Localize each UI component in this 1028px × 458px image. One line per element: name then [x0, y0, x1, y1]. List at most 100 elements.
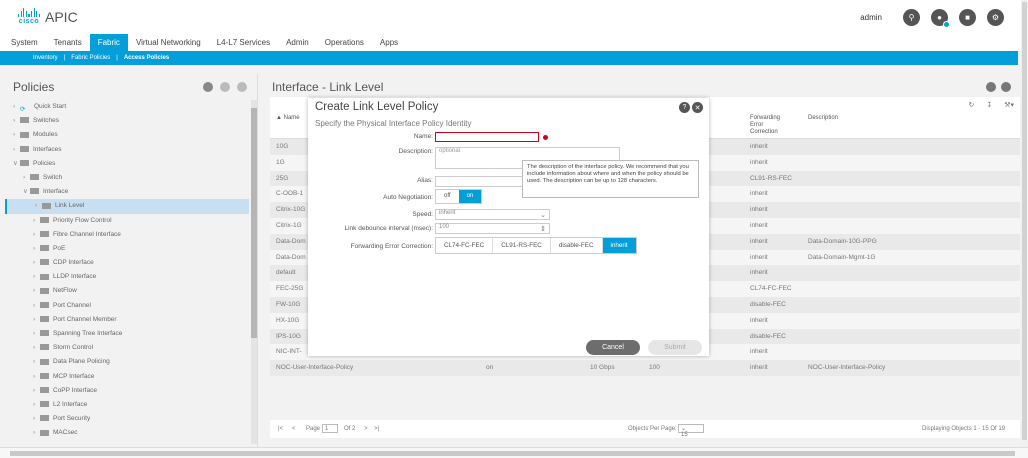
chevron-icon[interactable]: ›: [33, 355, 40, 369]
chevron-icon[interactable]: ›: [13, 143, 20, 157]
tree-item-priority-flow-control[interactable]: › Priority Flow Control: [5, 214, 249, 228]
tree-item-quick-start[interactable]: › ⟳ Quick Start: [5, 100, 249, 114]
tab-virtual-networking[interactable]: Virtual Networking: [128, 34, 209, 51]
tree-item-policies[interactable]: ∨ Policies: [5, 157, 249, 171]
chevron-icon[interactable]: ›: [33, 256, 40, 270]
page-input[interactable]: 1: [322, 424, 338, 433]
tab-system[interactable]: System: [3, 34, 46, 51]
tree-item-interface[interactable]: ∨ Interface: [5, 185, 249, 199]
chevron-icon[interactable]: ›: [33, 412, 40, 426]
close-icon[interactable]: ✕: [692, 102, 703, 113]
stepper-icon[interactable]: ⇕: [540, 225, 546, 233]
help-icon[interactable]: [1001, 82, 1011, 92]
chevron-icon[interactable]: ›: [33, 270, 40, 284]
tree-item-modules[interactable]: › Modules: [5, 128, 249, 142]
tab-fabric[interactable]: Fabric: [89, 34, 128, 51]
tools-icon[interactable]: ⚒▾: [1004, 101, 1014, 109]
help-icon[interactable]: ?: [679, 102, 690, 113]
chevron-icon[interactable]: ›: [33, 426, 40, 440]
tree-item-lldp-interface[interactable]: › LLDP Interface: [5, 270, 249, 284]
tree-item-storm-control[interactable]: › Storm Control: [5, 341, 249, 355]
tab-admin[interactable]: Admin: [278, 34, 317, 51]
prev-page-icon[interactable]: <: [292, 426, 296, 432]
chevron-icon[interactable]: ∨: [23, 185, 30, 199]
chevron-icon[interactable]: ∨: [13, 157, 20, 171]
tree-item-poe[interactable]: › PoE: [5, 242, 249, 256]
tree-item-data-plane-policing[interactable]: › Data Plane Policing: [5, 355, 249, 369]
tree-item-macsec[interactable]: › MACsec: [5, 426, 249, 440]
per-page-select[interactable]: 15 ⌄: [678, 424, 704, 438]
tree-item-fibre-channel-interface[interactable]: › Fibre Channel Interface: [5, 228, 249, 242]
autoneg-on[interactable]: on: [458, 190, 482, 203]
col-fec[interactable]: Forwarding Error Correction: [750, 115, 790, 136]
chevron-icon[interactable]: ›: [33, 299, 40, 313]
tree-item-switches[interactable]: › Switches: [5, 114, 249, 128]
tree-scrollbar[interactable]: [251, 100, 257, 444]
chevron-icon[interactable]: ›: [33, 284, 40, 298]
subnav-fabric-policies[interactable]: Fabric Policies: [71, 55, 110, 61]
tab-l4-l7-services[interactable]: L4-L7 Services: [209, 34, 278, 51]
tree-item-switch[interactable]: › Switch: [5, 171, 249, 185]
fec-option-cl74[interactable]: CL74-FC-FEC: [436, 238, 494, 253]
page-vertical-scrollbar[interactable]: [1021, 0, 1028, 447]
fec-option-inherit[interactable]: inherit: [602, 238, 636, 253]
tree-item-copp-interface[interactable]: › CoPP Interface: [5, 384, 249, 398]
tree-item-link-level[interactable]: › Link Level: [5, 199, 249, 214]
page-horizontal-scrollbar[interactable]: [0, 447, 1028, 458]
subnav-access-policies[interactable]: Access Policies: [124, 55, 169, 61]
tab-tenants[interactable]: Tenants: [46, 34, 90, 51]
chevron-icon[interactable]: ›: [35, 199, 42, 213]
feedback-icon[interactable]: ■: [959, 9, 976, 26]
submit-button[interactable]: Submit: [648, 340, 702, 355]
tab-apps[interactable]: Apps: [372, 34, 406, 51]
chevron-icon[interactable]: ›: [33, 384, 40, 398]
fec-option-disable[interactable]: disable-FEC: [551, 238, 603, 253]
download-icon[interactable]: ↧: [986, 101, 992, 109]
tree-item-port-security[interactable]: › Port Security: [5, 412, 249, 426]
tab-operations[interactable]: Operations: [317, 34, 372, 51]
refresh-icon[interactable]: [237, 82, 247, 92]
col-description[interactable]: Description: [808, 115, 838, 121]
first-page-icon[interactable]: |<: [278, 426, 283, 432]
tree-item-cdp-interface[interactable]: › CDP Interface: [5, 256, 249, 270]
subnav-inventory[interactable]: Inventory: [33, 55, 58, 61]
chevron-icon[interactable]: ›: [23, 171, 30, 185]
speed-select[interactable]: inherit ⌄: [435, 209, 550, 220]
tree-item-port-channel-member[interactable]: › Port Channel Member: [5, 313, 249, 327]
chevron-icon[interactable]: ›: [33, 398, 40, 412]
search-icon[interactable]: ⚲: [903, 9, 920, 26]
chevron-icon[interactable]: ›: [33, 313, 40, 327]
chevron-icon[interactable]: ›: [33, 214, 40, 228]
chevron-icon[interactable]: ›: [13, 100, 20, 114]
tree-item-port-channel[interactable]: › Port Channel: [5, 299, 249, 313]
tree-item-l2-interface[interactable]: › L2 Interface: [5, 398, 249, 412]
autoneg-off[interactable]: off: [436, 190, 459, 203]
user-menu[interactable]: admin: [860, 13, 882, 22]
next-page-icon[interactable]: >: [364, 426, 368, 432]
cancel-button[interactable]: Cancel: [586, 340, 640, 355]
tree-item-mcp-interface[interactable]: › MCP Interface: [5, 370, 249, 384]
info-icon[interactable]: [203, 82, 213, 92]
refresh-icon[interactable]: ↻: [968, 101, 974, 109]
comment-icon[interactable]: [986, 82, 996, 92]
col-name[interactable]: ▲ Name: [276, 115, 300, 121]
collapse-icon[interactable]: [220, 82, 230, 92]
chevron-icon[interactable]: ›: [33, 341, 40, 355]
notification-icon[interactable]: ●: [931, 9, 950, 28]
table-row[interactable]: NOC-User-Interface-Policy on 10 Gbps 100 inh…: [270, 360, 1020, 376]
last-page-icon[interactable]: >|: [374, 426, 379, 432]
fec-option-cl91[interactable]: CL91-RS-FEC: [493, 238, 551, 253]
debounce-stepper[interactable]: 100 ⇕: [435, 223, 550, 234]
tree-item-interfaces[interactable]: › Interfaces: [5, 143, 249, 157]
tree-item-spanning-tree-interface[interactable]: › Spanning Tree Interface: [5, 327, 249, 341]
chevron-icon[interactable]: ›: [33, 228, 40, 242]
chevron-icon[interactable]: ›: [33, 242, 40, 256]
chevron-icon[interactable]: ›: [33, 327, 40, 341]
settings-icon[interactable]: ⚙: [987, 9, 1004, 26]
chevron-icon[interactable]: ›: [13, 114, 20, 128]
chevron-icon[interactable]: ›: [13, 128, 20, 142]
chevron-icon[interactable]: ›: [33, 370, 40, 384]
name-input[interactable]: [435, 132, 539, 142]
tree-item-netflow[interactable]: › NetFlow: [5, 284, 249, 298]
alias-input[interactable]: [435, 176, 525, 187]
